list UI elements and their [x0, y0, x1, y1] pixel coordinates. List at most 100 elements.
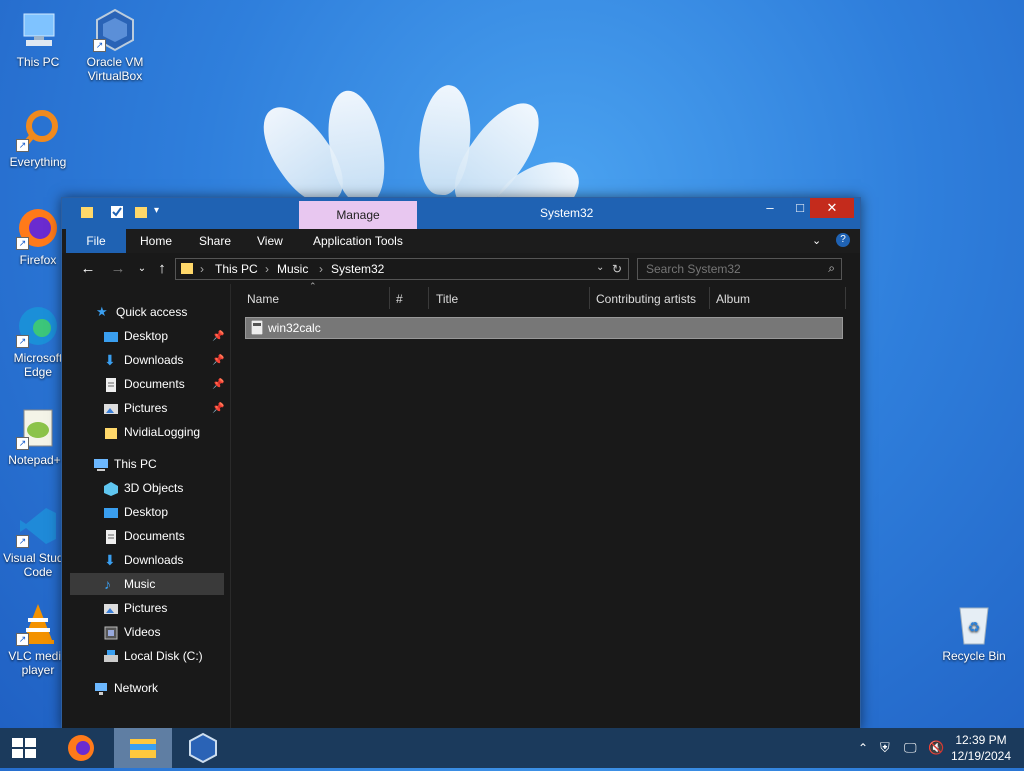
navigation-pane: ★ Quick access Desktop 📌 ⬇ Downloads 📌 D… — [62, 284, 230, 729]
vlc-cone-icon: ↗ — [16, 602, 60, 646]
new-folder-icon[interactable] — [134, 205, 148, 219]
download-arrow-icon: ⬇ — [104, 352, 116, 368]
help-icon[interactable]: ? — [836, 233, 850, 247]
taskbar-virtualbox[interactable] — [174, 728, 232, 768]
desktop-icon-recycle-bin[interactable]: ♻ Recycle Bin — [938, 602, 1010, 663]
desktop-icon-this-pc[interactable]: This PC — [2, 8, 74, 69]
folder-icon — [180, 261, 194, 278]
music-note-icon: ♪ — [104, 576, 111, 592]
download-arrow-icon: ⬇ — [104, 552, 116, 568]
shortcut-arrow-icon: ↗ — [16, 335, 29, 348]
address-bar[interactable]: › This PC › Music › System32 ⌄ ↻ — [175, 258, 629, 280]
desktop-icon — [104, 329, 118, 343]
volume-muted-icon[interactable]: 🔇 — [928, 728, 944, 768]
shortcut-arrow-icon: ↗ — [16, 633, 29, 646]
column-header-name[interactable]: Name — [247, 287, 279, 311]
breadcrumb-system32[interactable]: System32 — [331, 262, 384, 276]
system-clock[interactable]: 12:39 PM 12/19/2024 — [946, 732, 1016, 764]
shortcut-arrow-icon: ↗ — [16, 535, 29, 548]
executable-file-icon — [250, 319, 264, 338]
desktop-icon — [104, 505, 118, 519]
recycle-bin-icon: ♻ — [952, 602, 996, 646]
tab-file[interactable]: File — [66, 229, 126, 253]
pin-icon[interactable]: 📌 — [212, 331, 224, 342]
expand-ribbon-icon[interactable]: ⌄ — [812, 229, 821, 253]
column-divider[interactable] — [389, 287, 390, 309]
show-hidden-icons-chevron[interactable]: ⌃ — [858, 728, 868, 768]
close-button[interactable]: ✕ — [810, 198, 854, 218]
search-icon[interactable]: ⌕ — [828, 261, 835, 276]
tab-view[interactable]: View — [257, 229, 283, 253]
tab-manage[interactable]: Manage — [299, 201, 417, 229]
search-input[interactable] — [644, 261, 818, 277]
customize-quick-access-icon[interactable]: ▾ — [154, 205, 168, 219]
security-tray-icon[interactable]: ⛨ — [880, 728, 890, 768]
clock-date: 12/19/2024 — [950, 749, 1012, 763]
computer-icon — [16, 8, 60, 52]
recent-locations-button[interactable]: ⌄ — [132, 259, 152, 279]
breadcrumb-separator[interactable]: › — [200, 262, 204, 276]
taskbar: ⌃ ⛨ 🖵 🔇 12:39 PM 12/19/2024 — [0, 728, 1024, 768]
column-divider[interactable] — [845, 287, 846, 309]
firefox-icon: ↗ — [16, 206, 60, 250]
start-button[interactable] — [0, 728, 48, 768]
pin-icon[interactable]: 📌 — [212, 379, 224, 390]
tab-home[interactable]: Home — [140, 229, 172, 253]
breadcrumb-separator[interactable]: › — [319, 262, 323, 276]
title-bar[interactable]: ▾ Manage System32 – □ ✕ — [62, 198, 860, 229]
column-divider[interactable] — [589, 287, 590, 309]
column-divider[interactable] — [428, 287, 429, 309]
address-history-chevron-icon[interactable]: ⌄ — [596, 262, 604, 273]
document-icon — [104, 377, 118, 392]
file-explorer-icon — [130, 739, 156, 758]
column-header-number[interactable]: # — [396, 287, 403, 311]
tab-application-tools[interactable]: Application Tools — [313, 229, 403, 253]
minimize-button[interactable]: – — [755, 198, 785, 218]
network-icon — [94, 681, 108, 695]
address-row: ← → ⌄ ↑ › This PC › Music › System32 ⌄ ↻… — [62, 254, 860, 284]
document-icon — [104, 529, 118, 544]
tab-share[interactable]: Share — [199, 229, 231, 253]
desktop-icon-virtualbox[interactable]: ↗ Oracle VM VirtualBox — [79, 8, 151, 83]
desktop-icon-everything[interactable]: ↗ Everything — [2, 108, 74, 169]
shortcut-arrow-icon: ↗ — [16, 139, 29, 152]
firefox-icon — [68, 735, 94, 761]
everything-search-icon: ↗ — [16, 108, 60, 152]
drive-icon — [104, 649, 118, 663]
folder-icon — [104, 425, 118, 439]
vscode-icon: ↗ — [16, 504, 60, 548]
svg-text:♻: ♻ — [968, 619, 981, 635]
star-icon: ★ — [96, 304, 108, 319]
file-name: win32calc — [268, 321, 321, 335]
clock-time: 12:39 PM — [955, 733, 1007, 747]
column-divider[interactable] — [709, 287, 710, 309]
properties-icon[interactable] — [110, 205, 124, 219]
network-tray-icon[interactable]: 🖵 — [904, 728, 917, 768]
cube-icon — [104, 481, 118, 496]
refresh-icon[interactable]: ↻ — [612, 262, 622, 276]
ribbon-tabs: File Home Share View Application Tools ⌄… — [62, 229, 860, 253]
search-box[interactable]: ⌕ — [637, 258, 842, 280]
column-header-contributing-artists[interactable]: Contributing artists — [596, 287, 696, 311]
column-header-title[interactable]: Title — [436, 287, 458, 311]
breadcrumb-music[interactable]: Music — [277, 262, 308, 276]
shortcut-arrow-icon: ↗ — [93, 39, 106, 52]
sort-ascending-icon: ⌃ — [309, 281, 317, 291]
file-list[interactable]: ⌃ Name # Title Contributing artists Albu… — [231, 281, 860, 729]
window-title: System32 — [540, 206, 594, 220]
breadcrumb-this-pc[interactable]: This PC — [215, 262, 258, 276]
edge-icon: ↗ — [16, 304, 60, 348]
file-explorer-window[interactable]: ▾ Manage System32 – □ ✕ File Home Share … — [61, 197, 861, 730]
taskbar-firefox[interactable] — [52, 728, 110, 768]
up-button[interactable]: ↑ — [152, 259, 172, 279]
breadcrumb-separator[interactable]: › — [265, 262, 269, 276]
back-button[interactable]: ← — [78, 259, 98, 279]
file-row-win32calc[interactable]: win32calc — [245, 317, 843, 339]
forward-button[interactable]: → — [108, 259, 128, 279]
taskbar-file-explorer[interactable] — [114, 728, 172, 768]
shortcut-arrow-icon: ↗ — [16, 237, 29, 250]
pin-icon[interactable]: 📌 — [212, 355, 224, 366]
column-header-album[interactable]: Album — [716, 287, 750, 311]
virtualbox-icon — [189, 732, 217, 764]
pin-icon[interactable]: 📌 — [212, 403, 224, 414]
